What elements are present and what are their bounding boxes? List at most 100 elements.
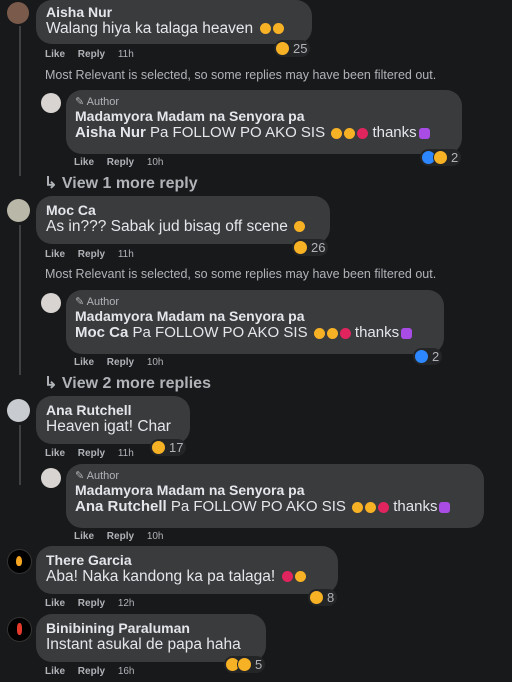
- avatar[interactable]: [7, 617, 32, 642]
- reaction-count[interactable]: 2: [413, 348, 443, 365]
- candle-icon: [17, 623, 22, 635]
- timestamp[interactable]: 12h: [118, 598, 135, 609]
- reply-author[interactable]: Madamyora Madam na Senyora pa: [75, 308, 435, 324]
- timestamp[interactable]: 11h: [118, 49, 134, 60]
- comment-text: Heaven igat! Char: [46, 418, 171, 435]
- like-button[interactable]: Like: [74, 157, 94, 168]
- timestamp[interactable]: 10h: [147, 531, 164, 542]
- like-button[interactable]: Like: [45, 598, 65, 609]
- emoji-icon: [272, 23, 284, 35]
- reply-button[interactable]: Reply: [78, 49, 105, 60]
- reaction-count[interactable]: 5: [224, 656, 266, 673]
- comment-bubble: Moc Ca As in??? Sabak jud bisag off scen…: [36, 196, 330, 244]
- emoji-icon: [344, 127, 356, 139]
- comment-author[interactable]: Binibining Paraluman: [46, 620, 256, 636]
- comment-bubble: Ana Rutchell Heaven igat! Char: [36, 396, 190, 444]
- reaction-count[interactable]: 17: [150, 439, 187, 456]
- like-button[interactable]: Like: [74, 357, 94, 368]
- reply-author[interactable]: Madamyora Madam na Senyora pa: [75, 108, 453, 124]
- view-more-replies[interactable]: ↳ View 1 more reply: [44, 173, 198, 193]
- timestamp[interactable]: 16h: [118, 666, 135, 677]
- like-button[interactable]: Like: [45, 448, 65, 459]
- emoji-icon: [281, 571, 293, 583]
- reaction-count[interactable]: 8: [308, 589, 338, 606]
- like-button[interactable]: Like: [45, 666, 65, 677]
- thread-line: [19, 26, 21, 176]
- avatar[interactable]: [7, 2, 29, 24]
- reply-text: Ana Rutchell Pa FOLLOW PO AKO SIS thanks: [75, 498, 475, 515]
- reply-button[interactable]: Reply: [78, 448, 105, 459]
- reply-button[interactable]: Reply: [107, 357, 134, 368]
- like-button[interactable]: Like: [74, 531, 94, 542]
- purple-heart-icon: [439, 501, 451, 513]
- reply-author[interactable]: Madamyora Madam na Senyora pa: [75, 482, 475, 498]
- emoji-icon: [352, 501, 364, 513]
- avatar[interactable]: [7, 549, 32, 574]
- filter-note: Most Relevant is selected, so some repli…: [45, 267, 437, 281]
- haha-reaction-icon: [275, 41, 290, 56]
- haha-reaction-icon: [433, 150, 448, 165]
- comment-text: Walang hiya ka talaga heaven: [46, 20, 254, 37]
- thread-line: [19, 225, 21, 375]
- reply-bubble: ✎ Author Madamyora Madam na Senyora pa M…: [66, 290, 444, 354]
- like-button[interactable]: Like: [45, 249, 65, 260]
- comment-text: Aba! Naka kandong ka pa talaga!: [46, 568, 276, 585]
- emoji-icon: [365, 501, 377, 513]
- mention-link[interactable]: Moc Ca: [75, 324, 128, 341]
- reply-bubble: ✎ Author Madamyora Madam na Senyora pa A…: [66, 90, 462, 154]
- candle-icon: [16, 556, 22, 566]
- comment-author[interactable]: Ana Rutchell: [46, 402, 180, 418]
- like-button[interactable]: Like: [45, 49, 65, 60]
- comment-author[interactable]: Aisha Nur: [46, 4, 302, 20]
- emoji-icon: [313, 327, 325, 339]
- reply-arrow-icon: ↳: [44, 175, 58, 192]
- timestamp[interactable]: 11h: [118, 448, 134, 459]
- timestamp[interactable]: 10h: [147, 357, 164, 368]
- reply-button[interactable]: Reply: [78, 666, 105, 677]
- haha-reaction-icon: [293, 240, 308, 255]
- comment-bubble: There Garcia Aba! Naka kandong ka pa tal…: [36, 546, 338, 594]
- reply-actions: Like Reply 10h: [74, 531, 174, 542]
- timestamp[interactable]: 11h: [118, 249, 134, 260]
- reply-actions: Like Reply 10h: [74, 357, 174, 368]
- view-more-replies[interactable]: ↳ View 2 more replies: [44, 373, 211, 393]
- reaction-count[interactable]: 2: [420, 149, 462, 166]
- reply-bubble: ✎ Author Madamyora Madam na Senyora pa A…: [66, 464, 484, 528]
- comment-actions: Like Reply 11h: [45, 49, 144, 60]
- heart-icon: [357, 127, 369, 139]
- avatar[interactable]: [41, 468, 61, 488]
- purple-heart-icon: [418, 127, 430, 139]
- mention-link[interactable]: Ana Rutchell: [75, 498, 167, 515]
- reply-button[interactable]: Reply: [107, 157, 134, 168]
- mention-link[interactable]: Aisha Nur: [75, 124, 146, 141]
- reply-text: Moc Ca Pa FOLLOW PO AKO SIS thanks: [75, 324, 435, 341]
- reaction-count[interactable]: 26: [292, 239, 329, 256]
- comment-author[interactable]: Moc Ca: [46, 202, 320, 218]
- avatar[interactable]: [7, 399, 30, 422]
- avatar[interactable]: [7, 199, 30, 222]
- heart-icon: [378, 501, 390, 513]
- comment-author[interactable]: There Garcia: [46, 552, 328, 568]
- reaction-count[interactable]: 25: [274, 40, 311, 57]
- heart-icon: [339, 327, 351, 339]
- avatar[interactable]: [41, 93, 61, 113]
- purple-heart-icon: [401, 327, 413, 339]
- comment-text: Instant asukal de papa haha: [46, 636, 241, 653]
- emoji-icon: [294, 221, 306, 233]
- avatar[interactable]: [41, 293, 61, 313]
- comment-actions: Like Reply 12h: [45, 598, 145, 609]
- author-badge: ✎ Author: [75, 96, 120, 108]
- like-reaction-icon: [414, 349, 429, 364]
- timestamp[interactable]: 10h: [147, 157, 164, 168]
- reply-button[interactable]: Reply: [78, 249, 105, 260]
- reply-button[interactable]: Reply: [107, 531, 134, 542]
- emoji-icon: [326, 327, 338, 339]
- reply-button[interactable]: Reply: [78, 598, 105, 609]
- author-badge: ✎ Author: [75, 470, 120, 482]
- thread-line: [19, 425, 21, 485]
- filter-note: Most Relevant is selected, so some repli…: [45, 68, 437, 82]
- comment-actions: Like Reply 16h: [45, 666, 145, 677]
- wow-reaction-icon: [237, 657, 252, 672]
- reply-actions: Like Reply 10h: [74, 157, 174, 168]
- reply-arrow-icon: ↳: [44, 375, 58, 392]
